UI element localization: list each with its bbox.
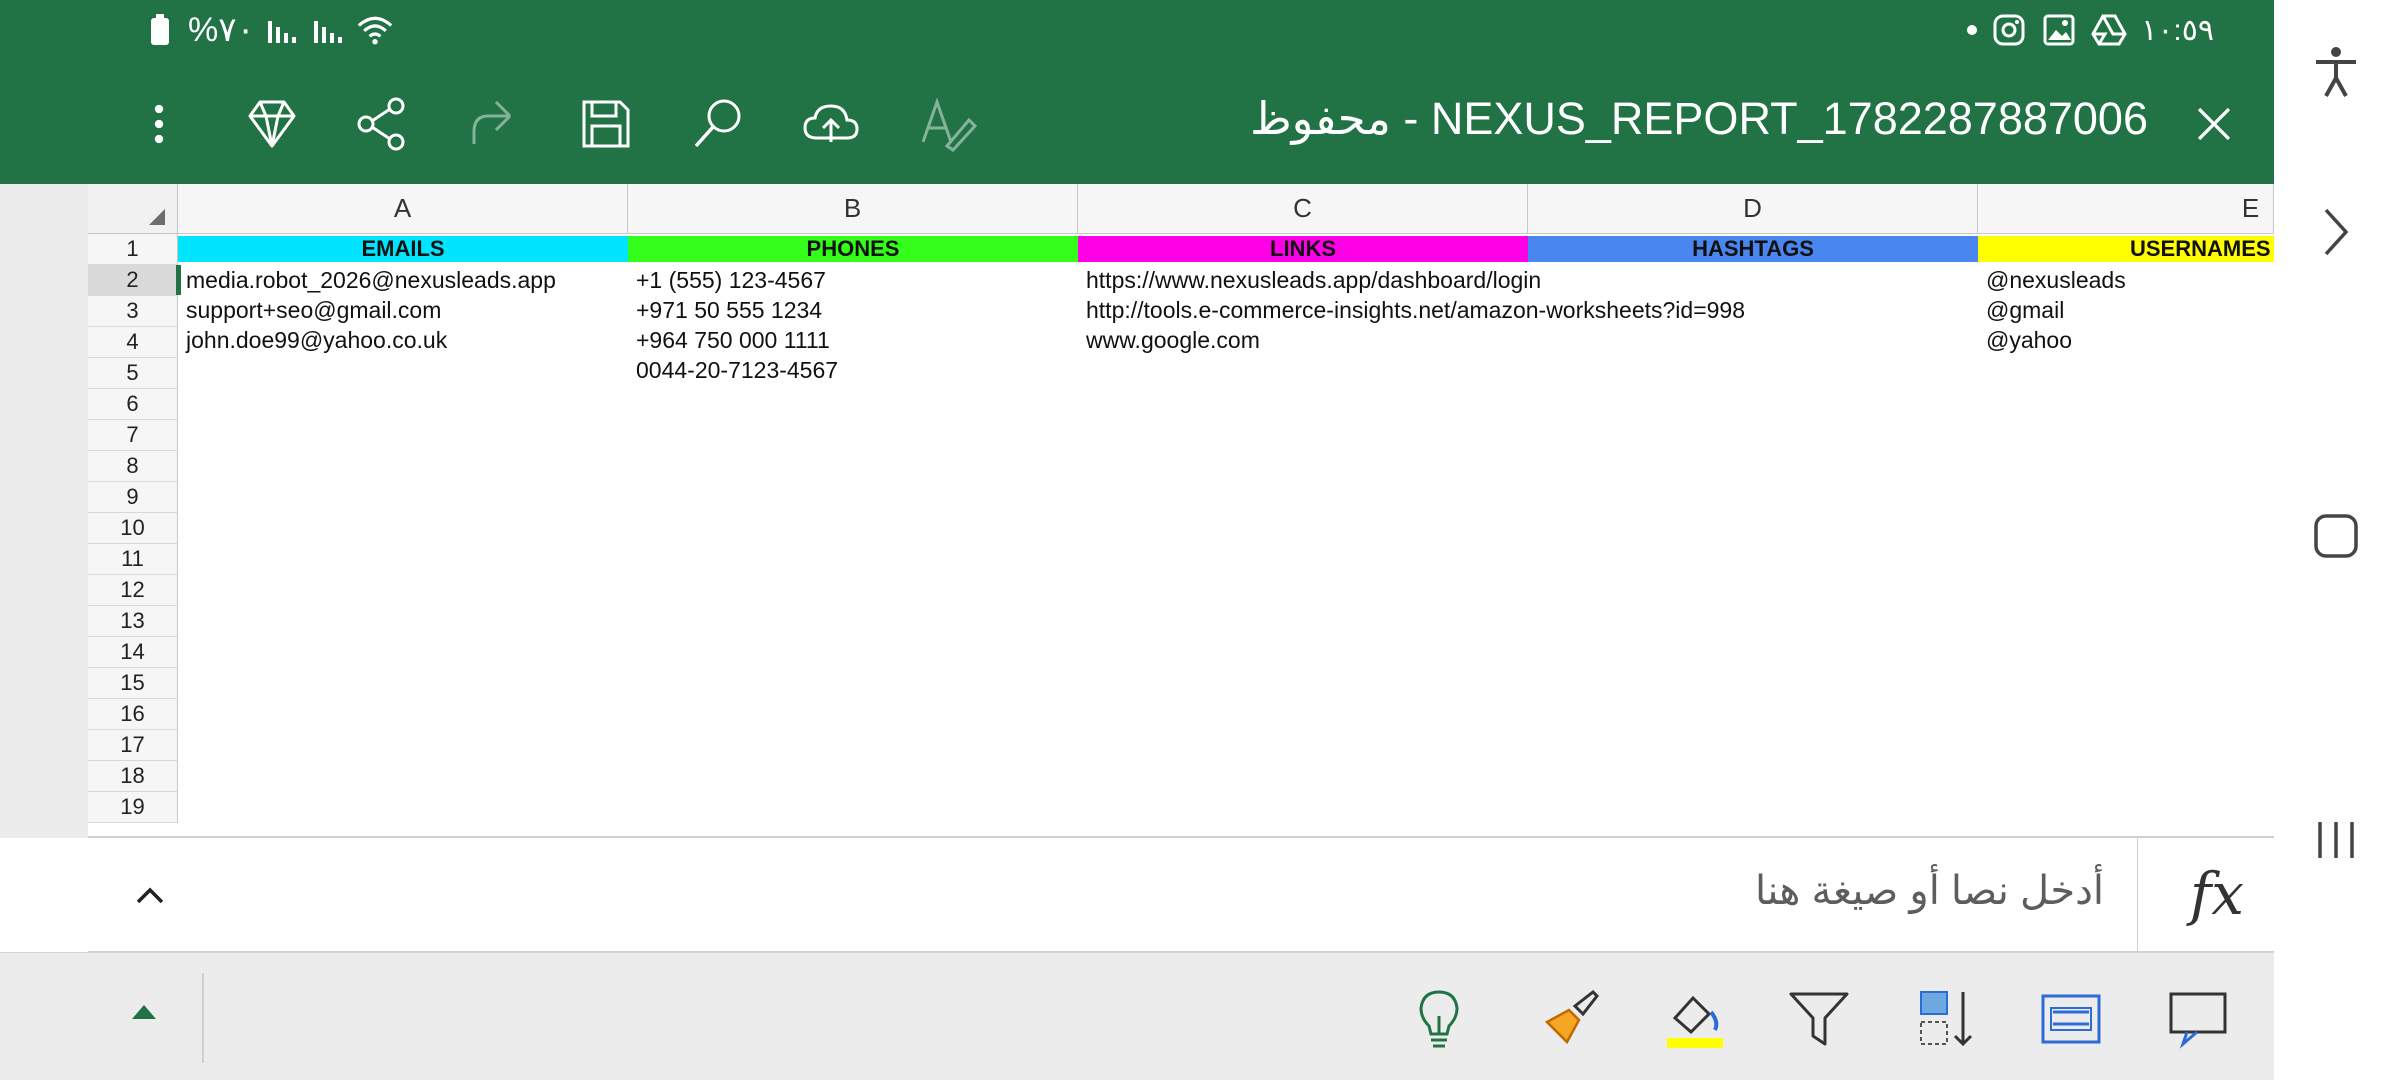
row-header-6[interactable]: 6	[88, 389, 178, 420]
column-header-d[interactable]: D	[1528, 184, 1978, 234]
status-left: %٧٠	[142, 10, 393, 50]
row-header-19[interactable]: 19	[88, 792, 178, 823]
header-cell-emails[interactable]: EMAILS	[178, 236, 628, 262]
more-options-icon[interactable]	[134, 84, 184, 164]
signal-icon-2	[311, 12, 347, 48]
cell-b2[interactable]: +1 (555) 123-4567	[628, 265, 826, 295]
row-header-5[interactable]: 5	[88, 358, 178, 389]
save-icon[interactable]	[574, 84, 638, 164]
header-cell-links[interactable]: LINKS	[1078, 236, 1528, 262]
cell-b5[interactable]: 0044-20-7123-4567	[628, 355, 838, 385]
formula-bar: أدخل نصا أو صيغة هنا fx	[88, 836, 2274, 952]
cell-c4[interactable]: www.google.com	[1078, 325, 1260, 355]
header-cell-phones[interactable]: PHONES	[628, 236, 1078, 262]
column-header-c[interactable]: C	[1078, 184, 1528, 234]
row-header-1[interactable]: 1	[88, 234, 178, 265]
cell-c2[interactable]: https://www.nexusleads.app/dashboard/log…	[1078, 265, 1541, 295]
bottom-ribbon	[0, 952, 2274, 1080]
cell-a2[interactable]: media.robot_2026@nexusleads.app	[178, 265, 556, 295]
chevron-right-icon[interactable]	[2304, 200, 2368, 264]
comment-icon[interactable]	[2164, 983, 2234, 1053]
redo-icon[interactable]	[462, 84, 526, 164]
column-header-a[interactable]: A	[178, 184, 628, 234]
wrap-text-icon[interactable]	[2036, 983, 2106, 1053]
header-cell-usernames[interactable]: USERNAMES	[1978, 236, 2274, 262]
cell-e2[interactable]: @nexusleads	[1978, 265, 2126, 295]
battery-icon	[142, 12, 178, 48]
cell-c3[interactable]: http://tools.e-commerce-insights.net/ama…	[1078, 295, 1745, 325]
search-icon[interactable]	[686, 84, 750, 164]
cloud-upload-icon[interactable]	[796, 84, 866, 164]
formula-divider	[2137, 838, 2138, 952]
draw-pen-icon[interactable]	[912, 84, 982, 164]
fx-button[interactable]: fx	[2190, 860, 2244, 928]
notification-dot-icon	[1967, 25, 1978, 35]
row-header-16[interactable]: 16	[88, 699, 178, 730]
formula-input[interactable]: أدخل نصا أو صيغة هنا	[1755, 868, 2104, 914]
row-header-10[interactable]: 10	[88, 513, 178, 544]
cell-e4[interactable]: @yahoo	[1978, 325, 2072, 355]
sheet-left-gutter	[0, 184, 88, 838]
row-header-4[interactable]: 4	[88, 327, 178, 358]
accessibility-icon[interactable]	[2304, 40, 2368, 104]
row-header-15[interactable]: 15	[88, 668, 178, 699]
row-header-7[interactable]: 7	[88, 420, 178, 451]
status-right: ١٠:٥٩	[1967, 12, 2214, 48]
row-header-11[interactable]: 11	[88, 544, 178, 575]
cell-a3[interactable]: support+seo@gmail.com	[178, 295, 441, 325]
fill-color-icon[interactable]	[1660, 983, 1730, 1053]
row-header-2[interactable]: 2	[88, 265, 178, 296]
instagram-icon	[1991, 12, 2027, 48]
header-cell-hashtags[interactable]: HASHTAGS	[1528, 236, 1978, 262]
system-navigation	[2274, 0, 2400, 1080]
spreadsheet-app: %٧٠ ١٠:٥٩ NEXUS_REPORT_1782287887006 - م…	[0, 0, 2274, 1080]
row-header-9[interactable]: 9	[88, 482, 178, 513]
cell-e3[interactable]: @gmail	[1978, 295, 2064, 325]
drive-icon	[2091, 12, 2127, 48]
document-title: NEXUS_REPORT_1782287887006 - محفوظ	[1250, 93, 2148, 144]
row-header-8[interactable]: 8	[88, 451, 178, 482]
title-bar: %٧٠ ١٠:٥٩ NEXUS_REPORT_1782287887006 - م…	[0, 0, 2274, 184]
home-button-icon[interactable]	[2304, 504, 2368, 568]
close-icon[interactable]	[2186, 84, 2242, 164]
lightbulb-icon[interactable]	[1404, 983, 1474, 1053]
chevron-up-icon[interactable]	[128, 874, 172, 918]
clock: ١٠:٥٩	[2141, 13, 2214, 47]
battery-percent: %٧٠	[188, 11, 255, 49]
status-bar: %٧٠ ١٠:٥٩	[0, 0, 2274, 66]
wifi-icon	[357, 12, 393, 48]
row-header-14[interactable]: 14	[88, 637, 178, 668]
row-header-17[interactable]: 17	[88, 730, 178, 761]
premium-diamond-icon[interactable]	[240, 84, 304, 164]
cell-a4[interactable]: john.doe99@yahoo.co.uk	[178, 325, 447, 355]
cell-b3[interactable]: +971 50 555 1234	[628, 295, 822, 325]
filter-icon[interactable]	[1784, 983, 1854, 1053]
row-header-18[interactable]: 18	[88, 761, 178, 792]
gallery-icon	[2041, 12, 2077, 48]
row-header-12[interactable]: 12	[88, 575, 178, 606]
column-header-b[interactable]: B	[628, 184, 1078, 234]
column-header-e[interactable]: E	[1978, 184, 2274, 234]
expand-ribbon-icon[interactable]	[132, 1005, 156, 1019]
recent-apps-icon[interactable]	[2304, 808, 2368, 872]
row-header-13[interactable]: 13	[88, 606, 178, 637]
signal-icon	[265, 12, 301, 48]
sort-icon[interactable]	[1912, 983, 1982, 1053]
share-icon[interactable]	[350, 84, 414, 164]
cell-b4[interactable]: +964 750 000 1111	[628, 325, 830, 355]
row-header-3[interactable]: 3	[88, 296, 178, 327]
select-all-corner[interactable]	[88, 184, 178, 234]
format-painter-icon[interactable]	[1536, 983, 1606, 1053]
ribbon-separator	[202, 973, 204, 1063]
